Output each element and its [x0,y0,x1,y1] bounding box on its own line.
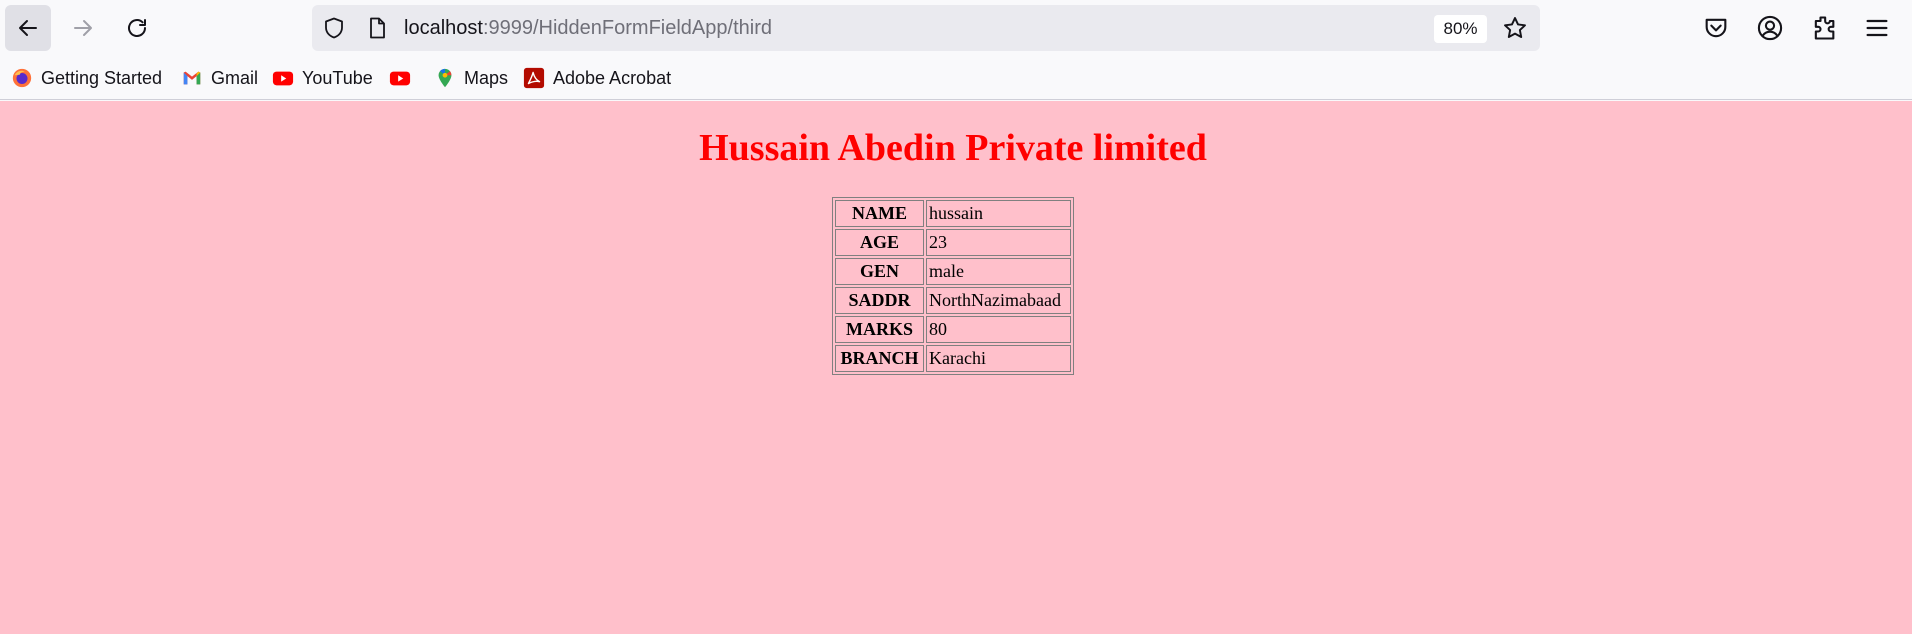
youtube-icon [272,71,294,86]
table-row: GEN male [835,258,1071,285]
forward-button[interactable] [60,5,106,51]
table-row: NAME hussain [835,200,1071,227]
browser-toolbar: localhost:9999/HiddenFormFieldApp/third … [0,0,1912,56]
reload-button[interactable] [114,5,160,51]
url-path: :9999/HiddenFormFieldApp/third [482,17,772,39]
extensions-icon[interactable] [1810,14,1838,42]
account-icon[interactable] [1756,14,1784,42]
page-icon[interactable] [365,16,389,40]
bookmark-label: Maps [464,67,509,88]
hamburger-menu-icon[interactable] [1863,14,1891,42]
bookmark-youtube-2[interactable] [389,64,419,92]
bookmark-maps[interactable]: Maps [434,64,508,92]
bookmark-label: Adobe Acrobat [553,67,672,88]
maps-icon [438,68,452,88]
table-row: SADDR NorthNazimabaad [835,287,1071,314]
table-row: BRANCH Karachi [835,345,1071,372]
bookmarks-toolbar: Getting Started Gmail YouTube Maps Adobe… [0,56,1912,100]
table-row: MARKS 80 [835,316,1071,343]
back-button[interactable] [5,5,51,51]
acrobat-icon [523,67,545,89]
field-value: Karachi [926,345,1071,372]
bookmark-adobe-acrobat[interactable]: Adobe Acrobat [523,64,671,92]
youtube-icon [389,71,411,86]
pocket-icon[interactable] [1702,14,1730,42]
field-label: GEN [835,258,924,285]
reload-icon [128,19,146,37]
firefox-icon [12,68,32,88]
field-label: BRANCH [835,345,924,372]
address-bar[interactable]: localhost:9999/HiddenFormFieldApp/third … [312,5,1540,51]
gmail-icon [183,71,201,85]
field-label: MARKS [835,316,924,343]
bookmark-star-icon[interactable] [1502,15,1528,41]
table-row: AGE 23 [835,229,1071,256]
page-title: Hussain Abedin Private limited [699,127,1207,169]
field-value: hussain [926,200,1071,227]
field-value: male [926,258,1071,285]
field-value: 80 [926,316,1071,343]
field-label: NAME [835,200,924,227]
field-label: SADDR [835,287,924,314]
bookmark-label: YouTube [302,67,373,88]
bookmark-gmail[interactable]: Gmail [181,64,258,92]
bookmark-label: Getting Started [41,67,163,88]
zoom-level-badge[interactable]: 80% [1434,15,1487,43]
bookmark-label: Gmail [211,67,259,88]
bookmark-getting-started[interactable]: Getting Started [11,64,162,92]
field-value: 23 [926,229,1071,256]
url-text[interactable]: localhost:9999/HiddenFormFieldApp/third [404,5,772,51]
page-viewport: Hussain Abedin Private limited NAME hussa… [0,101,1912,634]
details-table: NAME hussain AGE 23 GEN male SADDR NorthNazimab… [832,197,1074,375]
url-host: localhost [404,17,483,39]
shield-icon[interactable] [322,16,346,40]
arrow-right-icon [74,20,92,36]
field-label: AGE [835,229,924,256]
field-value: NorthNazimabaad [926,287,1071,314]
bookmark-youtube[interactable]: YouTube [272,64,373,92]
arrow-left-icon [19,20,37,36]
